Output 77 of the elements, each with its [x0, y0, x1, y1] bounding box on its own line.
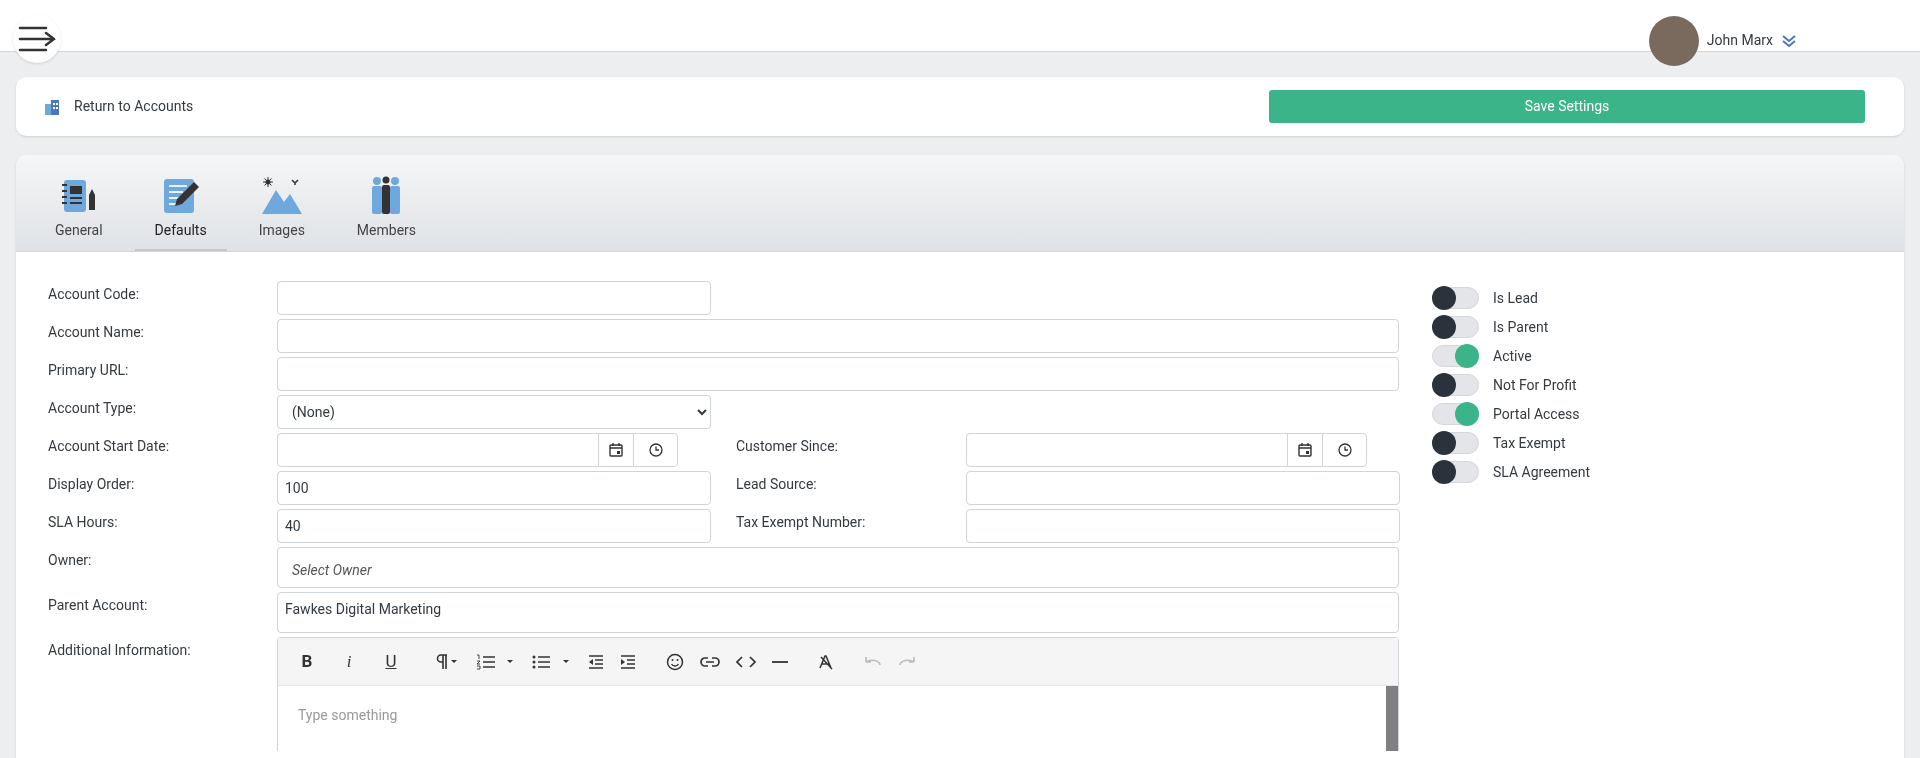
field-label: Primary URL: — [48, 361, 130, 380]
toggle-switch[interactable] — [1432, 345, 1479, 367]
input-field[interactable]: 40 — [277, 509, 711, 543]
field-label: Owner: — [48, 551, 93, 570]
ordered-list-button[interactable] — [476, 653, 516, 670]
scrollbar[interactable] — [1386, 686, 1398, 751]
field-label: Lead Source: — [736, 475, 818, 494]
code-icon — [736, 654, 756, 669]
emoji-button[interactable] — [666, 652, 684, 671]
outdent-icon — [588, 653, 604, 670]
input-field[interactable] — [277, 319, 1399, 353]
redo-icon — [898, 655, 916, 668]
field-label: Parent Account: — [48, 596, 149, 615]
toggle-switch[interactable] — [1432, 432, 1479, 454]
input-field[interactable]: 100 — [277, 471, 711, 505]
field-label: Display Order: — [48, 475, 136, 494]
tab[interactable]: Images — [238, 176, 325, 251]
toggle-label: Is Lead — [1493, 288, 1538, 308]
toggle-label: Tax Exempt — [1493, 433, 1566, 453]
toggle-switch[interactable] — [1432, 287, 1479, 309]
field-label: Additional Information: — [48, 641, 192, 660]
toggle-label: Not For Profit — [1493, 375, 1577, 395]
input-field[interactable] — [966, 471, 1400, 505]
input-field[interactable] — [277, 281, 711, 315]
bullet-list-icon — [532, 653, 572, 670]
mountains-icon — [259, 176, 304, 216]
field-label: Customer Since: — [736, 437, 839, 456]
lookup-field[interactable]: Fawkes Digital Marketing — [277, 592, 1399, 633]
outdent-button[interactable] — [588, 653, 604, 670]
indent-button[interactable] — [620, 653, 636, 670]
clear-format-icon — [818, 653, 834, 670]
clear-format-button[interactable] — [818, 653, 834, 670]
tab[interactable]: Members — [336, 176, 437, 251]
rich-text-editor[interactable]: B i U Type something — [277, 637, 1399, 751]
menu-icon[interactable] — [13, 14, 61, 63]
toggle-switch[interactable] — [1432, 374, 1479, 396]
field-label: Account Name: — [48, 323, 145, 342]
dropdown[interactable]: (None) — [277, 395, 711, 429]
link-icon — [700, 655, 720, 668]
building-icon — [44, 98, 60, 115]
field-label: Account Start Date: — [48, 437, 171, 456]
italic-button[interactable]: i — [336, 648, 362, 675]
lookup-field[interactable]: Select Owner — [277, 547, 1399, 588]
bold-button[interactable]: B — [294, 648, 320, 675]
horizontal-line-icon — [772, 659, 788, 664]
undo-icon — [864, 655, 882, 668]
numbered-list-icon — [476, 653, 516, 670]
chevron-down-icon[interactable] — [1781, 32, 1797, 49]
toggle-switch[interactable] — [1432, 403, 1479, 425]
toggle-label: Is Parent — [1493, 317, 1549, 337]
date-field[interactable] — [966, 433, 1367, 467]
field-label: Tax Exempt Number: — [736, 513, 867, 532]
tab[interactable]: Defaults — [134, 176, 227, 251]
field-label: SLA Hours: — [48, 513, 119, 532]
indent-icon — [620, 653, 636, 670]
toggle-label: Active — [1493, 346, 1532, 366]
paragraph-icon — [434, 653, 460, 670]
toggle-label: Portal Access — [1493, 404, 1580, 424]
people-icon — [370, 176, 403, 216]
input-field[interactable] — [966, 509, 1400, 543]
return-link[interactable]: Return to Accounts — [44, 96, 194, 117]
smiley-icon — [666, 652, 684, 671]
paragraph-button[interactable] — [434, 653, 460, 670]
field-label: Account Code: — [48, 285, 141, 304]
toggle-switch[interactable] — [1432, 316, 1479, 338]
date-field[interactable] — [277, 433, 678, 467]
user-name[interactable]: John Marx — [1706, 30, 1773, 51]
bullet-list-button[interactable] — [532, 653, 572, 670]
rule-button[interactable] — [772, 659, 788, 664]
underline-button[interactable]: U — [378, 648, 404, 675]
tab[interactable]: General — [35, 176, 123, 251]
code-button[interactable] — [736, 654, 756, 669]
input-field[interactable] — [277, 357, 1399, 391]
field-label: Account Type: — [48, 399, 138, 418]
toggle-label: SLA Agreement — [1493, 462, 1591, 482]
link-button[interactable] — [700, 655, 720, 668]
toggle-switch[interactable] — [1432, 461, 1479, 483]
